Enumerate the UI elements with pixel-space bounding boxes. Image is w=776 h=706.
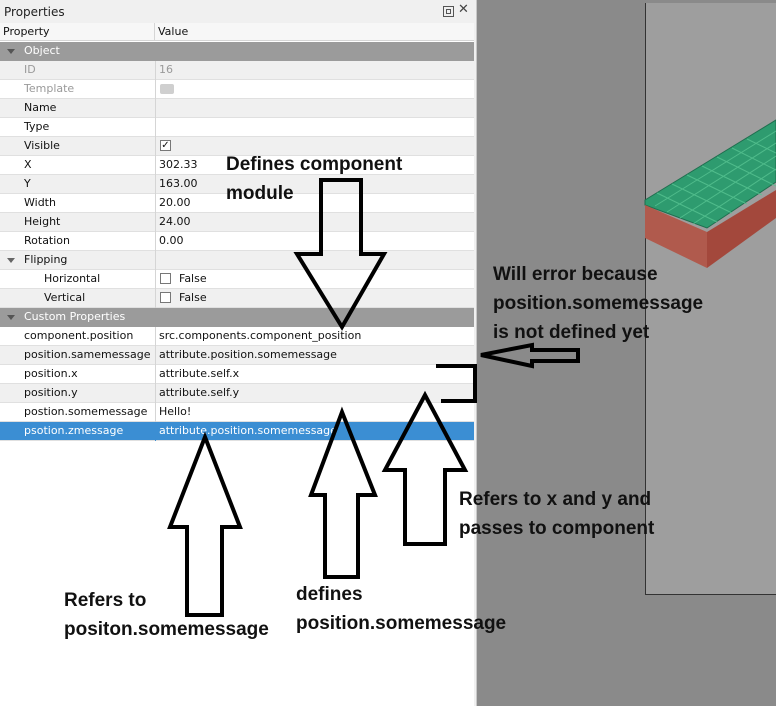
up-arrow-defines [308, 406, 378, 579]
annotation-defines-component: Defines component module [226, 154, 403, 204]
up-arrow-xy [381, 390, 469, 546]
annotation-refers-xy: Refers to x and y and passes to componen… [459, 489, 655, 539]
annotation-refers-to: Refers to positon.somemessage [64, 590, 269, 640]
annotation-defines-position: defines position.somemessage [296, 584, 507, 634]
bracket-xy [436, 364, 477, 403]
left-arrow-error [480, 342, 580, 369]
annotation-will-error: Will error because position.somemessage … [493, 264, 704, 343]
